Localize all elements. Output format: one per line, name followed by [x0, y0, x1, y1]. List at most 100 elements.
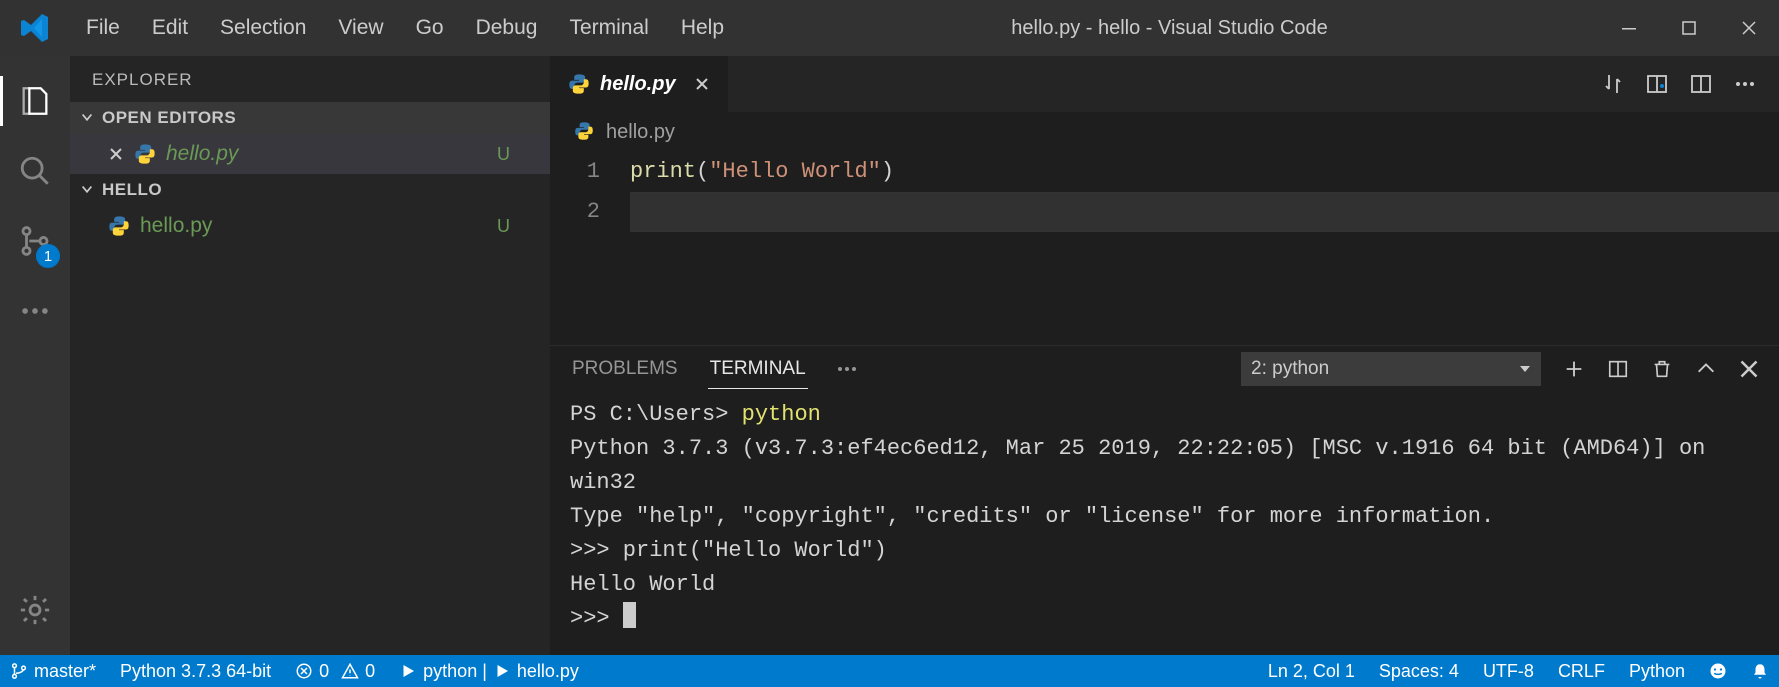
python-file-icon — [568, 73, 590, 95]
terminal-line: >>> — [570, 606, 623, 631]
activity-search[interactable] — [0, 136, 70, 206]
open-editor-filename: hello.py — [166, 142, 238, 166]
open-editor-status: U — [497, 144, 528, 165]
status-python-env[interactable]: Python 3.7.3 64-bit — [120, 661, 271, 682]
vscode-logo-icon — [0, 12, 70, 44]
open-editors-header[interactable]: OPEN EDITORS — [70, 102, 550, 134]
terminal-line: PS C:\Users> — [570, 402, 742, 427]
terminal-line: >>> print("Hello World") — [570, 538, 887, 563]
folder-header[interactable]: HELLO — [70, 174, 550, 206]
open-editor-item[interactable]: hello.py U — [70, 134, 550, 174]
status-problems[interactable]: 0 0 — [295, 661, 375, 682]
file-tree-item[interactable]: hello.py U — [70, 206, 550, 246]
status-branch[interactable]: master* — [10, 661, 96, 682]
status-notifications-icon[interactable] — [1751, 662, 1769, 680]
breadcrumb-label: hello.py — [606, 121, 675, 144]
dropdown-icon — [1519, 363, 1531, 375]
close-icon[interactable] — [108, 146, 124, 162]
editor-group: hello.py hello.py 1 2 print("Hello — [550, 56, 1779, 655]
gear-icon — [18, 593, 52, 627]
open-preview-icon[interactable] — [1645, 72, 1669, 96]
status-run-target[interactable]: python | hello.py — [399, 661, 579, 682]
code-editor[interactable]: 1 2 print("Hello World") — [550, 152, 1779, 345]
panel-tab-problems[interactable]: PROBLEMS — [570, 350, 680, 388]
close-icon[interactable] — [694, 76, 710, 92]
new-terminal-icon[interactable] — [1563, 358, 1585, 380]
status-indent[interactable]: Spaces: 4 — [1379, 661, 1459, 682]
maximize-panel-icon[interactable] — [1695, 358, 1717, 380]
tab-bar: hello.py — [550, 56, 1779, 112]
run-icon — [493, 662, 511, 680]
menu-edit[interactable]: Edit — [136, 10, 204, 46]
status-encoding[interactable]: UTF-8 — [1483, 661, 1534, 682]
maximize-button[interactable] — [1659, 8, 1719, 48]
terminal-select[interactable]: 2: python — [1241, 352, 1541, 386]
breadcrumbs[interactable]: hello.py — [550, 112, 1779, 152]
activity-explorer[interactable] — [0, 66, 70, 136]
status-warnings: 0 — [365, 661, 375, 682]
menu-bar: File Edit Selection View Go Debug Termin… — [70, 10, 740, 46]
minimize-button[interactable] — [1599, 8, 1659, 48]
status-branch-label: master* — [34, 661, 96, 682]
menu-file[interactable]: File — [70, 10, 136, 46]
menu-terminal[interactable]: Terminal — [553, 10, 664, 46]
status-eol[interactable]: CRLF — [1558, 661, 1605, 682]
kill-terminal-icon[interactable] — [1651, 358, 1673, 380]
menu-go[interactable]: Go — [400, 10, 460, 46]
tab-label: hello.py — [600, 73, 676, 96]
split-terminal-icon[interactable] — [1607, 358, 1629, 380]
code-content[interactable]: print("Hello World") — [630, 152, 1779, 345]
terminal-line: Python 3.7.3 (v3.7.3:ef4ec6ed12, Mar 25 … — [570, 436, 1719, 495]
menu-help[interactable]: Help — [665, 10, 740, 46]
warning-icon — [341, 662, 359, 680]
files-icon — [18, 84, 52, 118]
status-language[interactable]: Python — [1629, 661, 1685, 682]
chevron-down-icon — [80, 111, 94, 125]
more-actions-icon[interactable] — [1733, 72, 1757, 96]
menu-debug[interactable]: Debug — [460, 10, 554, 46]
menu-view[interactable]: View — [322, 10, 399, 46]
status-cursor[interactable]: Ln 2, Col 1 — [1268, 661, 1355, 682]
terminal-select-label: 2: python — [1251, 358, 1329, 380]
compare-changes-icon[interactable] — [1601, 72, 1625, 96]
run-icon — [399, 662, 417, 680]
status-errors: 0 — [319, 661, 329, 682]
window-title: hello.py - hello - Visual Studio Code — [740, 17, 1599, 40]
status-feedback-icon[interactable] — [1709, 662, 1727, 680]
window-controls — [1599, 8, 1779, 48]
panel: PROBLEMS TERMINAL 2: python PS C:\Users>… — [550, 345, 1779, 655]
terminal-output[interactable]: PS C:\Users> python Python 3.7.3 (v3.7.3… — [550, 392, 1779, 655]
split-editor-icon[interactable] — [1689, 72, 1713, 96]
line-number: 2 — [550, 192, 600, 232]
line-number: 1 — [550, 152, 600, 192]
terminal-line: Type "help", "copyright", "credits" or "… — [570, 504, 1494, 529]
menu-selection[interactable]: Selection — [204, 10, 322, 46]
ellipsis-icon — [18, 294, 52, 328]
python-file-icon — [134, 143, 156, 165]
status-bar: master* Python 3.7.3 64-bit 0 0 python |… — [0, 655, 1779, 687]
editor-tab-hello[interactable]: hello.py — [550, 56, 729, 112]
side-bar-title: EXPLORER — [70, 56, 550, 102]
close-button[interactable] — [1719, 8, 1779, 48]
folder-label: HELLO — [102, 180, 162, 200]
panel-more-icon[interactable] — [836, 358, 858, 380]
panel-tab-terminal[interactable]: TERMINAL — [708, 350, 808, 389]
title-bar: File Edit Selection View Go Debug Termin… — [0, 0, 1779, 56]
panel-tab-bar: PROBLEMS TERMINAL 2: python — [550, 346, 1779, 392]
search-icon — [18, 154, 52, 188]
gutter: 1 2 — [550, 152, 630, 345]
status-run-file: hello.py — [517, 661, 579, 682]
editor-actions — [1601, 56, 1779, 112]
activity-scm[interactable]: 1 — [0, 206, 70, 276]
token-paren: ) — [881, 159, 894, 184]
file-tree-filename: hello.py — [140, 214, 212, 238]
token-paren: ( — [696, 159, 709, 184]
activity-settings[interactable] — [0, 575, 70, 645]
activity-more[interactable] — [0, 276, 70, 346]
chevron-down-icon — [80, 183, 94, 197]
terminal-line: Hello World — [570, 572, 715, 597]
python-file-icon — [108, 215, 130, 237]
close-panel-icon[interactable] — [1739, 359, 1759, 379]
token-string: "Hello World" — [709, 159, 881, 184]
status-run-label: python | — [423, 661, 487, 682]
